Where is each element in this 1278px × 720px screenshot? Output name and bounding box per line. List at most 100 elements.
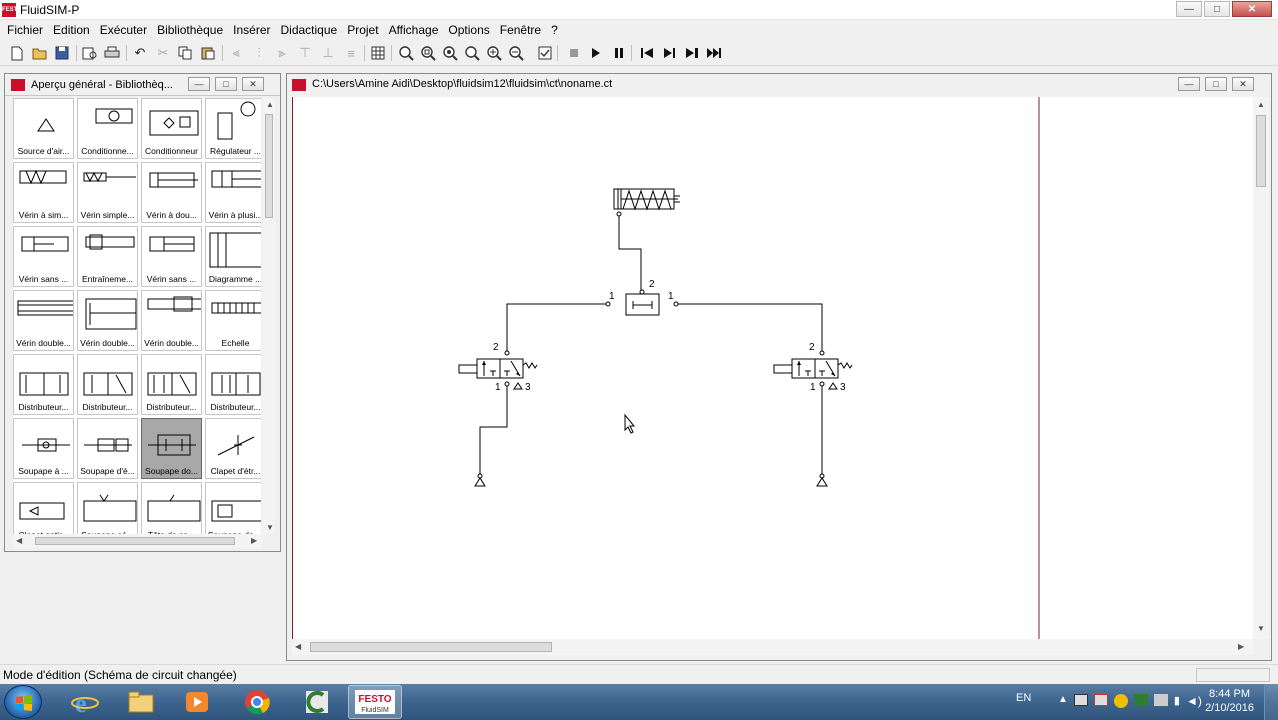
show-desktop-button[interactable] — [1264, 684, 1278, 720]
library-item[interactable]: Distributeur... — [77, 354, 138, 415]
library-item[interactable]: Vérin double... — [13, 290, 74, 351]
taskbar-camtasia[interactable] — [290, 685, 344, 719]
circuit-canvas[interactable]: 2 1 1 2 1 3 2 1 3 — [292, 97, 1253, 639]
library-item[interactable]: Vérin à plusi... — [205, 162, 261, 223]
zoom-in-icon[interactable] — [485, 44, 503, 62]
scroll-left-arrow-icon[interactable]: ◀ — [295, 642, 301, 651]
library-item[interactable]: Clapet antir... — [13, 482, 74, 534]
library-item[interactable]: Soupape de ... — [205, 482, 261, 534]
close-button[interactable]: ✕ — [1232, 77, 1254, 91]
maximize-button[interactable]: □ — [1205, 77, 1227, 91]
library-item[interactable]: Distributeur... — [205, 354, 261, 415]
compressed-air-source-right[interactable] — [816, 473, 828, 487]
scrollbar-thumb[interactable] — [310, 642, 552, 652]
library-item[interactable]: Vérin sans ... — [141, 226, 202, 287]
align-center-icon[interactable]: ⫶ — [250, 44, 268, 62]
menu-didactique[interactable]: Didactique — [276, 20, 343, 40]
zoom-previous-icon[interactable] — [441, 44, 459, 62]
library-item[interactable]: Vérin sans ... — [13, 226, 74, 287]
open-icon[interactable] — [31, 44, 49, 62]
copy-icon[interactable] — [176, 44, 194, 62]
menu-bibliotheque[interactable]: Bibliothèque — [152, 20, 228, 40]
security-icon[interactable] — [1093, 694, 1108, 706]
scroll-down-arrow-icon[interactable]: ▼ — [1257, 624, 1265, 633]
align-middle-icon[interactable]: ⊥ — [319, 44, 337, 62]
scrollbar-thumb[interactable] — [265, 114, 273, 218]
new-icon[interactable] — [8, 44, 26, 62]
library-horizontal-scrollbar[interactable]: ◀ ▶ — [13, 534, 263, 548]
skip-next-icon[interactable] — [683, 44, 701, 62]
library-item[interactable]: Distributeur... — [141, 354, 202, 415]
action-center-icon[interactable] — [1073, 694, 1088, 706]
circuit-horizontal-scrollbar[interactable]: ◀ ▶ — [292, 639, 1253, 655]
library-item[interactable]: Vérin à sim... — [13, 162, 74, 223]
circuit-vertical-scrollbar[interactable]: ▲ ▼ — [1253, 97, 1269, 639]
undo-icon[interactable]: ↶ — [131, 44, 149, 62]
library-item[interactable]: Vérin double... — [77, 290, 138, 351]
library-item[interactable]: Entraîneme... — [77, 226, 138, 287]
play-icon[interactable] — [587, 44, 605, 62]
zoom-out-icon[interactable] — [507, 44, 525, 62]
minimize-button[interactable]: — — [1178, 77, 1200, 91]
taskbar-media-player[interactable] — [170, 685, 224, 719]
library-item[interactable]: Soupape d'é... — [77, 418, 138, 479]
library-item[interactable]: Soupape sé... — [77, 482, 138, 534]
device-icon[interactable] — [1153, 694, 1168, 706]
close-button[interactable]: ✕ — [1232, 1, 1272, 17]
library-item[interactable]: Clapet d'étr... — [205, 418, 261, 479]
scrollbar-thumb[interactable] — [35, 537, 235, 545]
maximize-button[interactable]: □ — [215, 77, 237, 91]
menu-inserer[interactable]: Insérer — [228, 20, 275, 40]
library-item[interactable]: Echelle — [205, 290, 261, 351]
paste-icon[interactable] — [199, 44, 217, 62]
print-icon[interactable] — [103, 44, 121, 62]
close-button[interactable]: ✕ — [242, 77, 264, 91]
minimize-button[interactable]: — — [188, 77, 210, 91]
taskbar-internet-explorer[interactable]: e — [58, 685, 112, 719]
align-right-icon[interactable]: ⫸ — [273, 44, 291, 62]
grid-icon[interactable] — [369, 44, 387, 62]
menu-options[interactable]: Options — [443, 20, 494, 40]
taskbar-fluidsim[interactable]: FESTO FluidSIM — [348, 685, 402, 719]
menu-edition[interactable]: Edition — [48, 20, 95, 40]
library-item[interactable]: Source d'air... — [13, 98, 74, 159]
power-icon[interactable] — [1133, 694, 1148, 706]
single-acting-cylinder[interactable] — [613, 188, 680, 217]
taskbar-file-explorer[interactable] — [114, 685, 168, 719]
library-item[interactable]: Vérin à dou... — [141, 162, 202, 223]
library-item[interactable]: Vérin simple... — [77, 162, 138, 223]
pause-icon[interactable] — [610, 44, 628, 62]
tray-expand-icon[interactable]: ▲ — [1058, 694, 1068, 708]
library-item[interactable]: Régulateur ... — [205, 98, 261, 159]
zoom-window-icon[interactable] — [419, 44, 437, 62]
library-item[interactable]: Soupape do... — [141, 418, 202, 479]
menu-projet[interactable]: Projet — [342, 20, 383, 40]
volume-icon[interactable]: ◄) — [1186, 694, 1202, 708]
cut-icon[interactable]: ✂ — [154, 44, 172, 62]
library-vertical-scrollbar[interactable]: ▲ ▼ — [263, 98, 275, 534]
zoom-fit-icon[interactable] — [397, 44, 415, 62]
library-item[interactable]: Tête de co... — [141, 482, 202, 534]
taskbar-chrome[interactable] — [230, 685, 284, 719]
scroll-left-arrow-icon[interactable]: ◀ — [16, 536, 22, 545]
scroll-right-arrow-icon[interactable]: ▶ — [251, 536, 257, 545]
save-icon[interactable] — [53, 44, 71, 62]
step-icon[interactable] — [661, 44, 679, 62]
library-item[interactable]: Conditionne... — [77, 98, 138, 159]
menu-help[interactable]: ? — [546, 20, 563, 40]
maximize-button[interactable]: □ — [1204, 1, 1230, 17]
library-item[interactable]: Soupape à ... — [13, 418, 74, 479]
network-signal-icon[interactable]: ▮ — [1174, 694, 1180, 708]
menu-fenetre[interactable]: Fenêtre — [495, 20, 546, 40]
taskbar-clock[interactable]: 8:44 PM 2/10/2016 — [1205, 687, 1254, 715]
zoom-all-icon[interactable] — [463, 44, 481, 62]
scroll-down-arrow-icon[interactable]: ▼ — [266, 523, 274, 532]
check-icon[interactable] — [536, 44, 554, 62]
menu-affichage[interactable]: Affichage — [384, 20, 444, 40]
library-item[interactable]: Distributeur... — [13, 354, 74, 415]
menu-executer[interactable]: Exécuter — [95, 20, 152, 40]
compressed-air-source-left[interactable] — [474, 473, 486, 487]
library-item[interactable]: Diagramme ... — [205, 226, 261, 287]
stop-icon[interactable] — [565, 44, 583, 62]
scroll-right-arrow-icon[interactable]: ▶ — [1238, 642, 1244, 651]
